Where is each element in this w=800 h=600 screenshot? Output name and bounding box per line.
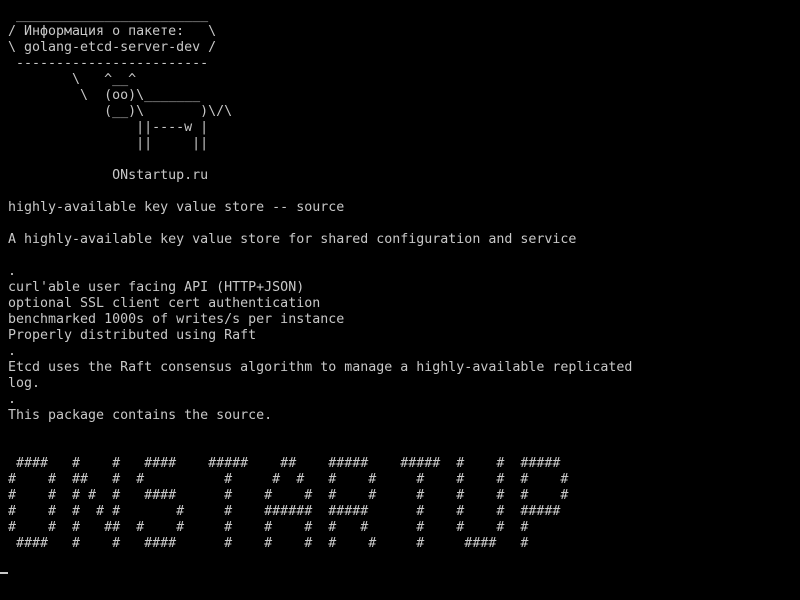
banner-line: / Информация о пакете: \ [8,24,217,39]
banner-line: \ ^__^ [8,72,137,87]
ascii-art-line: # # ## # # # # # # # # # # # # [8,472,569,487]
package-summary: highly-available key value store -- sour… [8,200,345,215]
text-cursor [0,572,8,574]
detail-line: . [8,264,17,279]
detail-line: This package contains the source. [8,408,273,423]
ascii-art-line: # # # # # #### # # # # # # # # # # [8,488,569,503]
ascii-art-line: # # # ## # # # # # # # # # # # [8,520,529,535]
ascii-art-line: # # # # # # # ###### ##### # # # ##### [8,504,561,519]
ascii-art-line: #### # # #### # # # # # # #### # [8,536,529,551]
site-text: ONstartup.ru [8,168,209,183]
ascii-art-line: #### # # #### ##### ## ##### ##### # # #… [8,456,561,471]
banner-line: \ (oo)\_______ [8,88,201,103]
banner-line: ________________________ [8,8,209,23]
detail-line: Etcd uses the Raft consensus algorithm t… [8,360,633,375]
detail-line: optional SSL client cert authentication [8,296,321,311]
detail-line: curl'able user facing API (HTTP+JSON) [8,280,305,295]
banner-line: \ golang-etcd-server-dev / [8,40,217,55]
detail-line: . [8,392,17,407]
banner-line: ||----w | [8,120,209,135]
banner-line: || || [8,136,209,151]
detail-line: Properly distributed using Raft [8,328,257,343]
detail-line: benchmarked 1000s of writes/s per instan… [8,312,345,327]
detail-line: log. [8,376,41,391]
banner-line: (__)\ )\/\ [8,104,233,119]
terminal-screen[interactable]: ________________________ / Информация о … [0,0,800,600]
package-description: A highly-available key value store for s… [8,232,577,247]
detail-line: . [8,344,17,359]
banner-line: ------------------------ [8,56,209,71]
